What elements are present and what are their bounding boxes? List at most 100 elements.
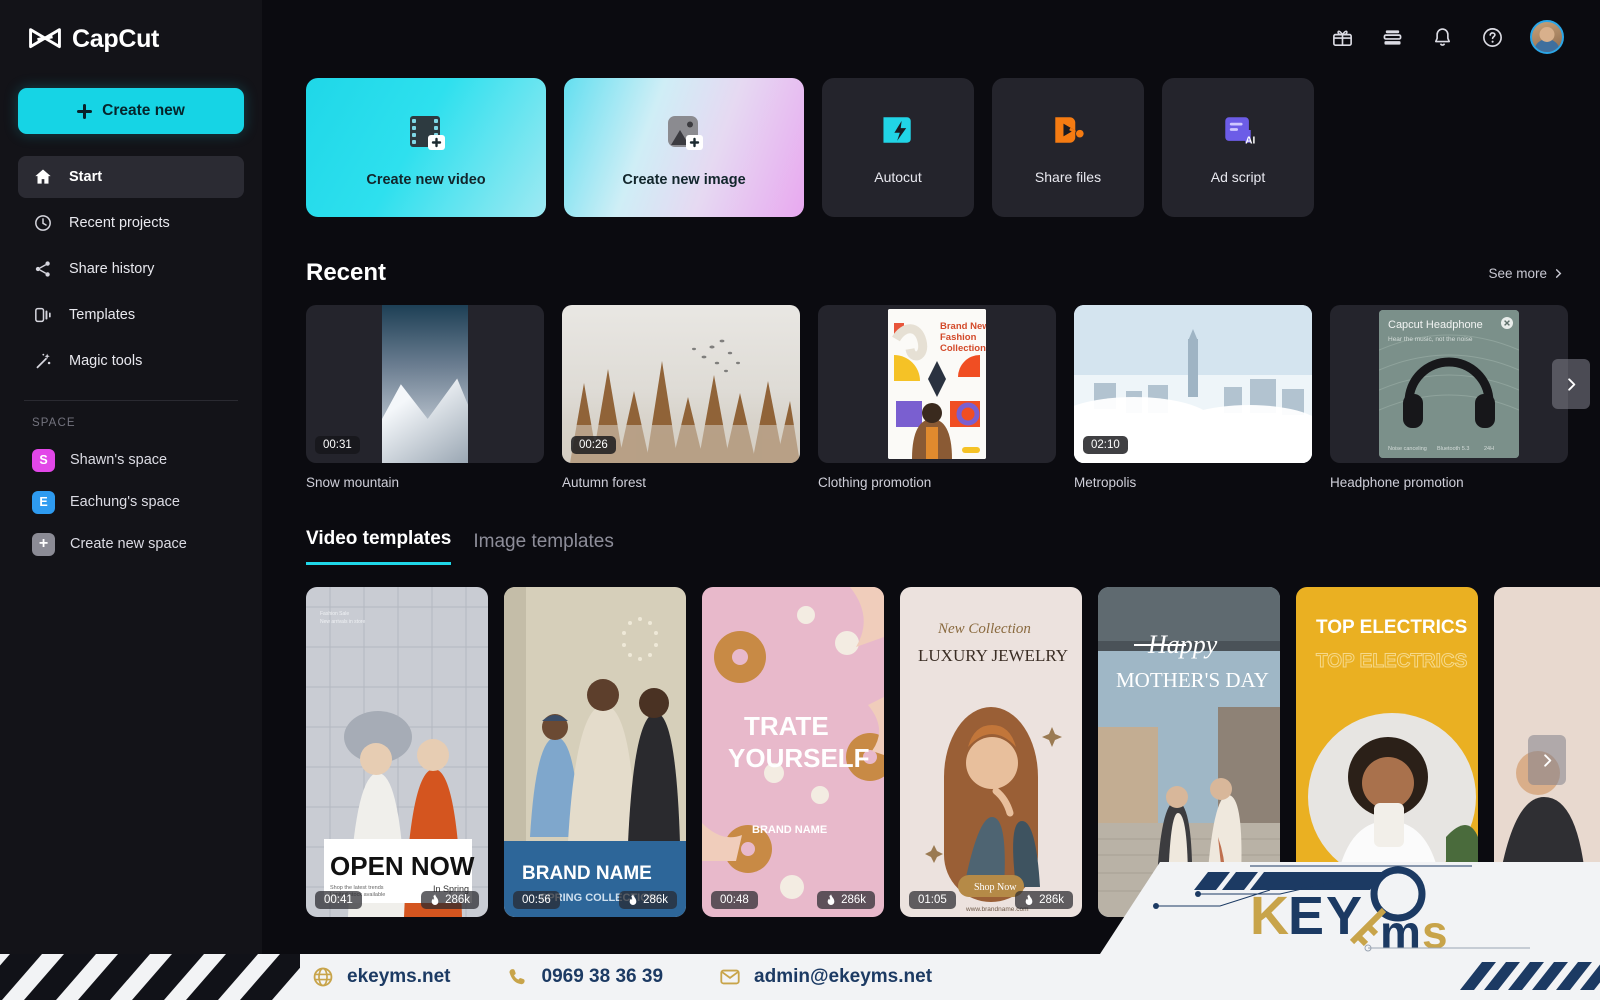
svg-text:Brand New: Brand New xyxy=(940,321,986,332)
template-meta: 00:48 286k xyxy=(702,891,884,909)
autocut-icon xyxy=(878,110,918,155)
action-label: Create new image xyxy=(622,171,746,188)
recent-carousel-next-button[interactable] xyxy=(1552,359,1590,409)
keyms-logo: K E Y m s xyxy=(1100,844,1600,958)
gift-icon[interactable] xyxy=(1330,25,1354,49)
decorative-stripes-left xyxy=(0,952,312,1000)
usage-badge: 286k xyxy=(817,891,875,909)
mail-icon xyxy=(720,969,740,985)
svg-text:24H: 24H xyxy=(1484,446,1494,452)
project-thumbnail: 00:31 xyxy=(306,305,544,463)
chevron-right-icon xyxy=(1567,377,1575,391)
ad-script-card[interactable]: AI Ad script xyxy=(1162,78,1314,217)
project-thumbnail: Capcut Headphone Hear the music, not the… xyxy=(1330,305,1568,463)
image-plus-icon xyxy=(659,108,709,158)
space-heading: SPACE xyxy=(32,417,76,429)
recent-project-card[interactable]: 00:31 Snow mountain xyxy=(306,305,544,490)
svg-text:Collection.: Collection. xyxy=(940,343,986,354)
templates-icon xyxy=(32,305,53,326)
share-icon xyxy=(32,259,53,280)
space-label: Create new space xyxy=(70,536,187,552)
svg-text:TOP ELECTRICS: TOP ELECTRICS xyxy=(1316,651,1467,672)
sidebar-item-label: Recent projects xyxy=(69,215,170,231)
recent-project-card[interactable]: 02:10 Metropolis xyxy=(1074,305,1312,490)
plus-icon: + xyxy=(32,532,55,556)
create-new-video-card[interactable]: Create new video xyxy=(306,78,546,217)
space-label: Shawn's space xyxy=(70,452,168,468)
svg-text:TRATE: TRATE xyxy=(744,711,829,741)
sidebar-item-label: Start xyxy=(69,169,103,185)
template-meta: 01:05 286k xyxy=(900,891,1082,909)
project-name: Clothing promotion xyxy=(818,475,932,490)
brand: CapCut xyxy=(18,0,244,78)
create-new-button[interactable]: Create new xyxy=(18,88,244,134)
project-name: Headphone promotion xyxy=(1330,475,1464,490)
tab-image-templates[interactable]: Image templates xyxy=(473,531,613,565)
autocut-card[interactable]: Autocut xyxy=(822,78,974,217)
capcut-app-window: CapCut Create new Start Recent projects xyxy=(0,0,1600,1000)
sidebar-item-create-new-space[interactable]: + Create new space xyxy=(18,523,244,565)
sidebar-item-start[interactable]: Start xyxy=(18,156,244,198)
svg-text:TOP ELECTRICS: TOP ELECTRICS xyxy=(1316,617,1467,638)
recent-project-card[interactable]: 00:26 Autumn forest xyxy=(562,305,800,490)
header-actions xyxy=(1330,20,1564,54)
share-files-card[interactable]: Share files xyxy=(992,78,1144,217)
sidebar-item-label: Share history xyxy=(69,261,155,277)
project-name: Snow mountain xyxy=(306,475,400,490)
sidebar-item-shawns-space[interactable]: S Shawn's space xyxy=(18,439,244,481)
sidebar-item-magic-tools[interactable]: Magic tools xyxy=(18,340,244,382)
svg-text:E: E xyxy=(1288,886,1324,946)
space-avatar: S xyxy=(32,448,55,472)
templates-tabs: Video templates Image templates xyxy=(306,528,1600,565)
footer-email[interactable]: admin@ekeyms.net xyxy=(719,966,932,988)
duration-badge: 00:41 xyxy=(315,891,362,909)
flame-icon xyxy=(431,894,439,905)
chevron-right-icon xyxy=(1543,753,1551,767)
flame-icon xyxy=(827,894,835,905)
svg-text:Fashion: Fashion xyxy=(940,332,977,343)
help-icon[interactable] xyxy=(1480,25,1504,49)
create-new-image-card[interactable]: Create new image xyxy=(564,78,804,217)
sidebar-item-recent-projects[interactable]: Recent projects xyxy=(18,202,244,244)
sidebar-item-templates[interactable]: Templates xyxy=(18,294,244,336)
space-label: Eachung's space xyxy=(70,494,180,510)
svg-text:Hear the music, not the noise: Hear the music, not the noise xyxy=(1388,336,1473,343)
template-meta: 00:56 286k xyxy=(504,891,686,909)
thumbnail-art-clothing: Brand New Fashion Collection. xyxy=(888,309,986,459)
quick-actions-row: Create new video Create new image Autocu… xyxy=(306,78,1600,217)
sidebar-item-share-history[interactable]: Share history xyxy=(18,248,244,290)
share-files-icon xyxy=(1048,110,1088,155)
footer-website[interactable]: ekeyms.net xyxy=(312,966,451,988)
template-card[interactable]: BRAND NAME SPRING COLLECTION 00:56 286k xyxy=(504,587,686,917)
decorative-stripes-right xyxy=(1430,954,1600,1000)
template-card[interactable]: TRATE YOURSELF BRAND NAME 00:48 286k xyxy=(702,587,884,917)
template-card[interactable]: New Collection LUXURY JEWELRY Shop Now w… xyxy=(900,587,1082,917)
templates-carousel-next-button[interactable] xyxy=(1528,735,1566,785)
sidebar-item-eachungs-space[interactable]: E Eachung's space xyxy=(18,481,244,523)
project-name: Autumn forest xyxy=(562,475,647,490)
recent-project-card[interactable]: Brand New Fashion Collection. Clothing p… xyxy=(818,305,1056,490)
clock-icon xyxy=(32,213,53,234)
recent-project-card[interactable]: Capcut Headphone Hear the music, not the… xyxy=(1330,305,1568,490)
svg-text:New arrivals in store: New arrivals in store xyxy=(320,619,366,625)
plus-icon xyxy=(77,103,93,119)
see-more-link[interactable]: See more xyxy=(1488,266,1564,281)
svg-text:MOTHER'S DAY: MOTHER'S DAY xyxy=(1116,668,1269,692)
svg-text:Bluetooth 5.3: Bluetooth 5.3 xyxy=(1437,446,1469,452)
tab-label: Image templates xyxy=(473,531,614,552)
action-label: Create new video xyxy=(366,171,486,188)
user-avatar[interactable] xyxy=(1530,20,1564,54)
project-thumbnail: 00:26 xyxy=(562,305,800,463)
tab-video-templates[interactable]: Video templates xyxy=(306,528,452,565)
notification-bell-icon[interactable] xyxy=(1430,25,1454,49)
wallet-icon[interactable] xyxy=(1380,25,1404,49)
thumbnail-art-headphone: Capcut Headphone Hear the music, not the… xyxy=(1379,310,1519,458)
sidebar-item-label: Magic tools xyxy=(69,353,143,369)
footer-phone[interactable]: 0969 38 36 39 xyxy=(507,966,663,988)
ad-script-ai-icon: AI xyxy=(1218,110,1258,155)
chevron-right-icon xyxy=(1555,268,1562,278)
duration-badge: 00:26 xyxy=(571,436,616,454)
template-card[interactable]: OPEN NOW Shop the latest trends Limited … xyxy=(306,587,488,917)
svg-text:Fashion Sale: Fashion Sale xyxy=(320,611,349,617)
see-more-label: See more xyxy=(1488,265,1547,281)
